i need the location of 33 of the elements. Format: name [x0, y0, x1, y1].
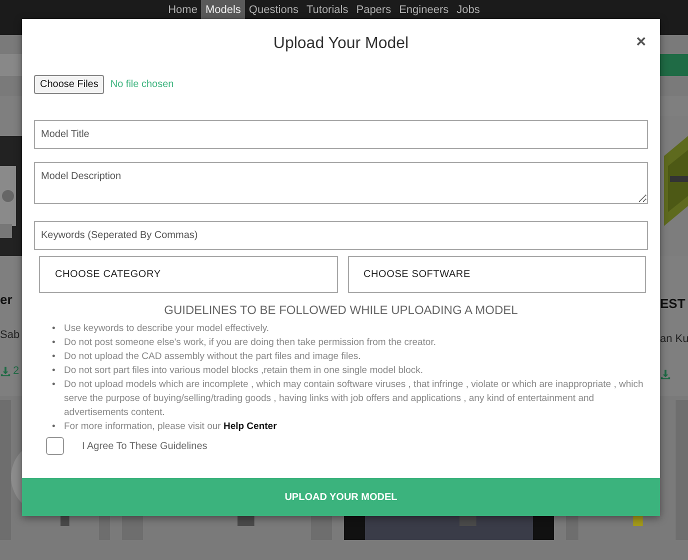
toolbar-panel — [0, 54, 22, 76]
download-count: 2 — [13, 365, 20, 377]
guideline-text: Use keywords to describe your model effectively. — [64, 322, 270, 336]
bullet: • — [52, 322, 56, 336]
guidelines-heading: GUIDELINES TO BE FOLLOWED WHILE UPLOADING A MODEL — [163, 303, 519, 317]
input-field[interactable]: Keywords (Seperated By Commas) — [34, 221, 648, 250]
download-icon — [660, 369, 671, 380]
input-field[interactable]: Model Title — [34, 120, 648, 149]
select-dropdown[interactable]: CHOOSE SOFTWARE — [348, 256, 646, 293]
download-icon — [0, 366, 11, 376]
guideline-text: Do not post someone else's work, if you are doing then take permission from the creator. — [64, 336, 436, 350]
dialog-title: Upload Your Model — [273, 35, 409, 53]
guideline-text: Do not upload models which are incomplete , which may contain software viruses , that infringe , violate or which are inappropriate , which serve the purpose of buying/selling/trading goods , having links with job offers and applications , any kind of entertainment and advertisements content. — [64, 378, 644, 420]
help-center-link[interactable]: Help Center — [223, 421, 277, 432]
close-button[interactable]: × — [634, 33, 648, 51]
bullet: • — [52, 378, 56, 392]
bullet: • — [52, 420, 56, 434]
bullet: • — [52, 336, 56, 350]
choose-files-button[interactable]: Choose Files — [34, 75, 104, 94]
card-title: EST — [660, 296, 686, 311]
agree-checkbox[interactable] — [46, 437, 64, 455]
file-status: No file chosen — [110, 79, 174, 90]
description-field[interactable]: Model Description — [34, 162, 648, 204]
guideline-text: For more information, please visit our Help Center — [64, 420, 277, 434]
guideline-text: Do not upload the CAD assembly without the part files and image files. — [64, 350, 361, 364]
agree-label: I Agree To These Guidelines — [82, 440, 208, 452]
card-title: er — [0, 292, 14, 307]
select-dropdown[interactable]: CHOOSE CATEGORY — [39, 256, 338, 293]
bullet: • — [52, 364, 56, 378]
guideline-text: Do not sort part files into various model blocks ,retain them in one single model block. — [64, 364, 424, 378]
bullet: • — [52, 350, 56, 364]
card-author: Sab — [0, 329, 21, 341]
card-author: an Ku — [660, 333, 688, 345]
